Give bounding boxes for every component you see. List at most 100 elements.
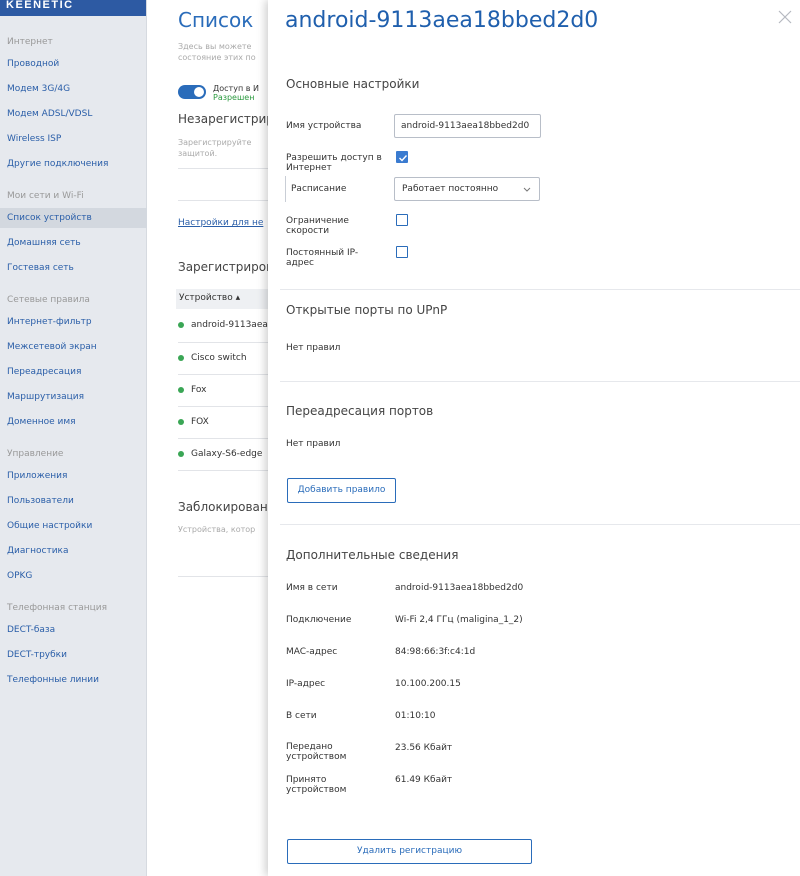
page-subtitle-line-2: состояние этих по: [178, 53, 256, 62]
page-title: Список: [178, 8, 254, 32]
info-value-online-time: 01:10:10: [395, 711, 436, 721]
internet-access-toggle[interactable]: [178, 85, 206, 99]
allow-internet-label: Разрешить доступ в Интернет: [286, 153, 382, 173]
upnp-heading: Открытые порты по UPnP: [286, 303, 448, 317]
divider: [178, 200, 268, 201]
info-value-network-name: android-9113aea18bbed2d0: [395, 583, 524, 593]
online-status-dot: [178, 321, 184, 328]
section-divider: [280, 524, 800, 525]
sidebar: KEENETIC Интернет Проводной Модем 3G/4G …: [0, 0, 147, 876]
sidebar-item-dect-handsets[interactable]: DECT-трубки: [7, 650, 67, 660]
online-status-dot: [178, 418, 184, 425]
upnp-empty-text: Нет правил: [286, 343, 341, 353]
info-label-received: Принято устройством: [286, 775, 347, 795]
online-status-dot: [178, 386, 184, 393]
internet-access-toggle-label: Доступ в И Разрешен: [213, 84, 259, 102]
device-name-label: Имя устройства: [286, 121, 362, 131]
sidebar-item-guest-network[interactable]: Гостевая сеть: [7, 263, 74, 273]
nav-group-network-rules: Сетевые правила: [7, 295, 90, 305]
schedule-indent-line: [285, 176, 286, 202]
divider: [178, 168, 268, 169]
info-label-sent: Передано устройством: [286, 742, 347, 762]
static-ip-label: Постоянный IP-адрес: [286, 248, 359, 268]
sidebar-item-wireless-isp[interactable]: Wireless ISP: [7, 134, 61, 144]
info-label-online-time: В сети: [286, 711, 317, 721]
check-icon: [399, 155, 408, 162]
port-forward-heading: Переадресация портов: [286, 404, 434, 418]
info-value-connection: Wi-Fi 2,4 ГГц (maligina_1_2): [395, 615, 523, 625]
table-row[interactable]: android-9113aea: [178, 320, 268, 330]
table-row[interactable]: Galaxy-S6-edge: [178, 449, 262, 459]
info-label-network-name: Имя в сети: [286, 583, 338, 593]
schedule-select-value: Работает постоянно: [402, 184, 499, 194]
blocked-heading: Заблокированн: [178, 500, 268, 514]
close-icon[interactable]: [776, 8, 794, 26]
divider: [178, 576, 268, 577]
sidebar-item-routing[interactable]: Маршрутизация: [7, 392, 84, 402]
sidebar-item-users[interactable]: Пользователи: [7, 496, 74, 506]
table-row[interactable]: FOX: [178, 417, 209, 427]
sidebar-item-domain-name[interactable]: Доменное имя: [7, 417, 76, 427]
page-subtitle-line-1: Здесь вы можете: [178, 42, 252, 51]
sidebar-item-home-network[interactable]: Домашняя сеть: [7, 238, 81, 248]
info-label-connection: Подключение: [286, 615, 352, 625]
info-value-mac: 84:98:66:3f:c4:1d: [395, 647, 476, 657]
table-row[interactable]: Cisco switch: [178, 353, 247, 363]
unregister-button[interactable]: Удалить регистрацию: [287, 839, 532, 864]
sidebar-item-dect-base[interactable]: DECT-база: [7, 625, 55, 635]
nav-group-management: Управление: [7, 449, 64, 459]
device-name-input[interactable]: android-9113aea18bbed2d0: [394, 114, 541, 138]
internet-access-state: Разрешен: [213, 93, 255, 102]
schedule-label: Расписание: [291, 184, 347, 194]
divider: [178, 342, 268, 343]
divider: [178, 470, 268, 471]
info-label-mac: MAC-адрес: [286, 647, 338, 657]
section-divider: [280, 381, 800, 382]
info-value-sent: 23.56 Кбайт: [395, 743, 453, 753]
allow-internet-checkbox[interactable]: [396, 151, 408, 163]
sidebar-item-firewall[interactable]: Межсетевой экран: [7, 342, 97, 352]
add-rule-button[interactable]: Добавить правило: [287, 478, 396, 503]
sidebar-item-diagnostics[interactable]: Диагностика: [7, 546, 69, 556]
device-details-panel: android-9113aea18bbed2d0 Основные настро…: [268, 0, 800, 876]
sidebar-item-modem-adsl[interactable]: Модем ADSL/VDSL: [7, 109, 92, 119]
chevron-down-icon: [523, 187, 531, 192]
sidebar-item-device-list[interactable]: Список устройств: [7, 213, 92, 223]
sidebar-item-wired[interactable]: Проводной: [7, 59, 59, 69]
info-value-received: 61.49 Кбайт: [395, 775, 453, 785]
brand-logo: KEENETIC: [0, 0, 146, 16]
online-status-dot: [178, 354, 184, 361]
sidebar-item-forwarding[interactable]: Переадресация: [7, 367, 81, 377]
unregistered-sub-1: Зарегистрируйте: [178, 138, 252, 147]
info-label-ip: IP-адрес: [286, 679, 326, 689]
nav-group-telephony: Телефонная станция: [7, 603, 108, 613]
blocked-sub: Устройства, котор: [178, 525, 256, 534]
unregistered-sub-2: защитой.: [178, 149, 218, 158]
port-forward-empty-text: Нет правил: [286, 439, 341, 449]
table-row[interactable]: Fox: [178, 385, 206, 395]
sidebar-item-other-connections[interactable]: Другие подключения: [7, 159, 108, 169]
sidebar-item-modem-3g4g[interactable]: Модем 3G/4G: [7, 84, 70, 94]
online-status-dot: [178, 450, 184, 457]
nav-group-networks: Мои сети и Wi-Fi: [7, 191, 84, 201]
unregistered-settings-link[interactable]: Настройки для не: [178, 218, 263, 228]
divider: [178, 406, 268, 407]
schedule-select[interactable]: Работает постоянно: [394, 177, 540, 201]
panel-title: android-9113aea18bbed2d0: [285, 8, 599, 33]
basic-settings-heading: Основные настройки: [286, 77, 420, 91]
divider: [178, 438, 268, 439]
sidebar-item-phone-lines[interactable]: Телефонные линии: [7, 675, 99, 685]
unregistered-heading: Незарегистрир: [178, 112, 268, 126]
sidebar-item-applications[interactable]: Приложения: [7, 471, 67, 481]
sidebar-item-general-settings[interactable]: Общие настройки: [7, 521, 92, 531]
speed-limit-label: Ограничение скорости: [286, 216, 349, 236]
registered-heading: Зарегистриров: [178, 260, 268, 274]
divider: [178, 374, 268, 375]
nav-group-internet: Интернет: [7, 37, 53, 47]
static-ip-checkbox[interactable]: [396, 246, 408, 258]
device-list-page: Список Здесь вы можете состояние этих по…: [148, 0, 268, 876]
sidebar-item-internet-filter[interactable]: Интернет-фильтр: [7, 317, 92, 327]
table-header-device[interactable]: Устройство ▴: [176, 289, 268, 309]
sidebar-item-opkg[interactable]: OPKG: [7, 571, 32, 581]
speed-limit-checkbox[interactable]: [396, 214, 408, 226]
